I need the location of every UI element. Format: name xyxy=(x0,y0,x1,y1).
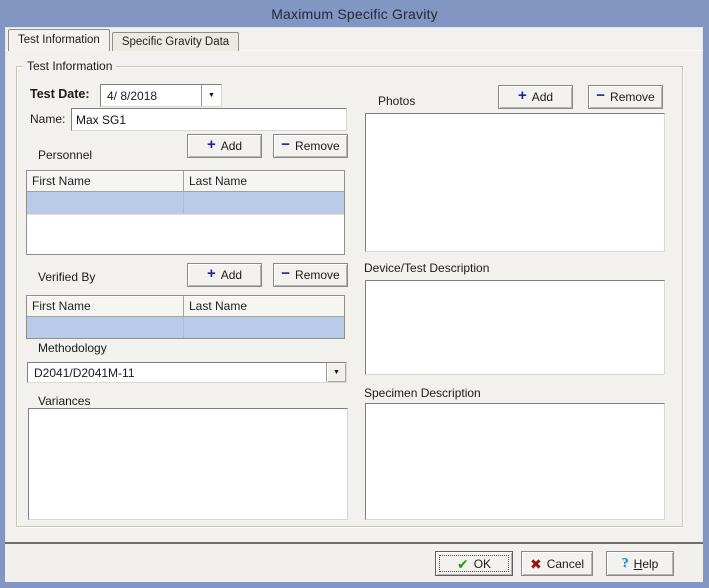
personnel-remove-button[interactable]: − Remove xyxy=(273,134,348,158)
x-icon: ✖ xyxy=(530,557,542,571)
groupbox-title: Test Information xyxy=(23,59,116,73)
personnel-selected-row[interactable] xyxy=(27,192,344,215)
methodology-combobox[interactable]: D2041/D2041M-11 ▼ xyxy=(27,362,347,383)
verified-by-last-name-cell xyxy=(184,317,344,339)
maximum-specific-gravity-dialog: Maximum Specific Gravity Test Informatio… xyxy=(0,0,709,588)
personnel-first-name-header: First Name xyxy=(27,171,184,191)
personnel-last-name-cell xyxy=(184,192,344,214)
photos-add-label: Add xyxy=(532,90,553,104)
verified-by-table-header: First Name Last Name xyxy=(27,296,344,317)
verified-by-table: First Name Last Name xyxy=(26,295,345,339)
personnel-add-button[interactable]: + Add xyxy=(187,134,262,158)
help-button[interactable]: ? Help xyxy=(606,551,674,576)
test-date-dropdown-button[interactable]: ▼ xyxy=(201,85,221,106)
personnel-last-name-header: Last Name xyxy=(184,171,344,191)
plus-icon: + xyxy=(518,91,527,101)
photos-listbox[interactable] xyxy=(365,113,665,252)
test-date-combobox[interactable]: 4/ 8/2018 ▼ xyxy=(100,84,222,107)
specimen-description-textarea[interactable] xyxy=(365,403,665,520)
chevron-down-icon: ▼ xyxy=(208,92,215,99)
title-bar: Maximum Specific Gravity xyxy=(0,0,709,27)
personnel-table-header: First Name Last Name xyxy=(27,171,344,192)
name-input[interactable] xyxy=(71,108,347,131)
plus-icon: + xyxy=(207,269,216,279)
personnel-first-name-cell xyxy=(27,192,184,214)
ok-button[interactable]: ✔ OK xyxy=(435,551,513,576)
device-test-description-textarea[interactable] xyxy=(365,280,665,375)
verified-by-selected-row[interactable] xyxy=(27,317,344,339)
window-title: Maximum Specific Gravity xyxy=(271,6,438,22)
verified-by-remove-label: Remove xyxy=(295,268,340,282)
help-label: Help xyxy=(634,557,659,571)
verified-by-add-label: Add xyxy=(221,268,242,282)
tab-specific-gravity-data[interactable]: Specific Gravity Data xyxy=(112,32,239,51)
verified-by-add-button[interactable]: + Add xyxy=(187,263,262,287)
minus-icon: − xyxy=(281,269,290,279)
personnel-remove-label: Remove xyxy=(295,139,340,153)
variances-textarea[interactable] xyxy=(28,408,348,520)
photos-remove-button[interactable]: − Remove xyxy=(588,85,663,109)
footer-button-panel xyxy=(5,544,703,582)
cancel-label: Cancel xyxy=(547,557,584,571)
personnel-label: Personnel xyxy=(38,148,92,162)
photos-label: Photos xyxy=(378,94,415,108)
methodology-value: D2041/D2041M-11 xyxy=(28,363,326,382)
photos-add-button[interactable]: + Add xyxy=(498,85,573,109)
methodology-dropdown-button[interactable]: ▼ xyxy=(326,363,346,382)
minus-icon: − xyxy=(596,91,605,101)
test-date-label: Test Date: xyxy=(30,87,90,101)
ok-label: OK xyxy=(474,557,491,571)
verified-by-first-name-cell xyxy=(27,317,184,339)
verified-by-first-name-header: First Name xyxy=(27,296,184,316)
device-test-description-label: Device/Test Description xyxy=(364,261,489,275)
chevron-down-icon: ▼ xyxy=(333,369,340,376)
verified-by-remove-button[interactable]: − Remove xyxy=(273,263,348,287)
methodology-label: Methodology xyxy=(38,341,107,355)
check-icon: ✔ xyxy=(457,557,469,571)
test-date-value: 4/ 8/2018 xyxy=(101,85,201,106)
tab-strip: Test Information Specific Gravity Data xyxy=(8,28,239,51)
name-label: Name: xyxy=(30,112,65,126)
cancel-button[interactable]: ✖ Cancel xyxy=(521,551,593,576)
personnel-table: First Name Last Name xyxy=(26,170,345,255)
photos-remove-label: Remove xyxy=(610,90,655,104)
variances-label: Variances xyxy=(38,394,90,408)
plus-icon: + xyxy=(207,140,216,150)
question-icon: ? xyxy=(622,557,629,571)
personnel-add-label: Add xyxy=(221,139,242,153)
specimen-description-label: Specimen Description xyxy=(364,386,481,400)
tab-test-information[interactable]: Test Information xyxy=(8,29,110,51)
verified-by-last-name-header: Last Name xyxy=(184,296,344,316)
verified-by-label: Verified By xyxy=(38,270,95,284)
minus-icon: − xyxy=(281,140,290,150)
